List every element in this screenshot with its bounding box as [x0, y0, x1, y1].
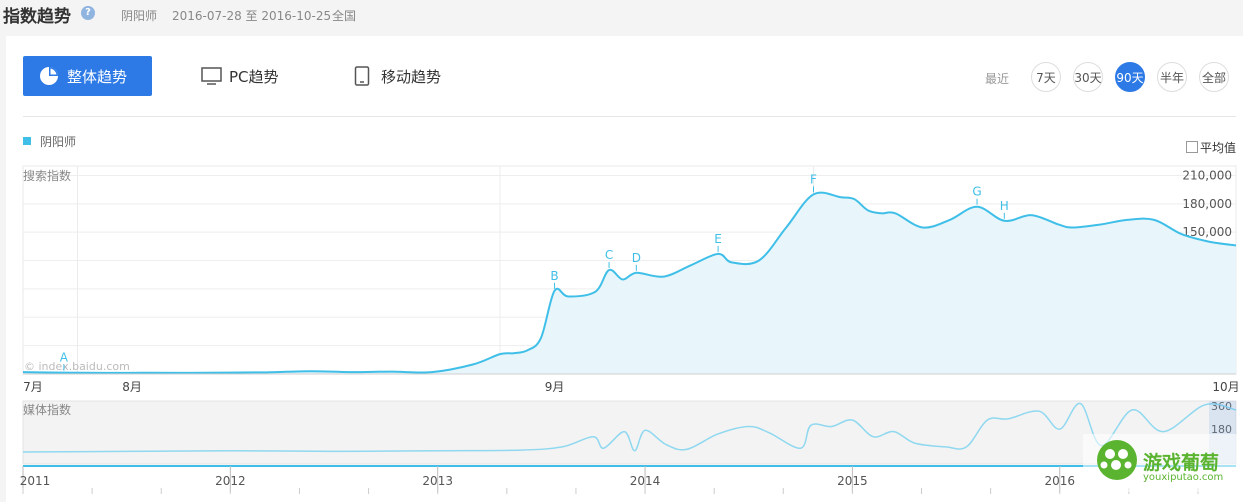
overview-year-label: 2014: [630, 474, 661, 488]
overview-year-label: 2011: [20, 474, 51, 488]
annotation-label: D: [632, 251, 641, 265]
trend-chart: 30,00060,00090,000120,000150,000180,0002…: [20, 165, 1240, 494]
annotation-label: E: [714, 232, 722, 246]
x-tick-label: 9月: [545, 380, 565, 394]
chart-watermark: © index.baidu.com: [24, 360, 130, 373]
media-y-axis-label: 媒体指数: [23, 402, 71, 417]
overview-year-label: 2015: [837, 474, 868, 488]
y-tick-label: 180,000: [1182, 197, 1232, 211]
overview-year-label: 2013: [422, 474, 453, 488]
annotation-label: A: [60, 351, 69, 365]
x-tick-label: 8月: [122, 380, 142, 394]
annotation-label: F: [810, 172, 817, 186]
brand-url: youxiputao.com: [1143, 472, 1224, 483]
annotation-label: C: [605, 248, 613, 262]
brand-name: 游戏葡萄: [1143, 452, 1220, 474]
media-plot-area: [22, 400, 1237, 465]
annotation-label: G: [972, 185, 981, 199]
annotation-label: B: [550, 269, 558, 283]
overview-year-label: 2016: [1044, 474, 1075, 488]
annotation-label: H: [1000, 199, 1009, 213]
y-axis-label: 搜索指数: [23, 168, 71, 183]
brand-watermark: 游戏葡萄 youxiputao.com: [1083, 434, 1243, 492]
y-tick-label: 210,000: [1182, 168, 1232, 182]
overview-year-label: 2012: [215, 474, 246, 488]
x-tick-label: 10月: [1212, 380, 1239, 394]
x-tick-label: 7月: [23, 380, 43, 394]
